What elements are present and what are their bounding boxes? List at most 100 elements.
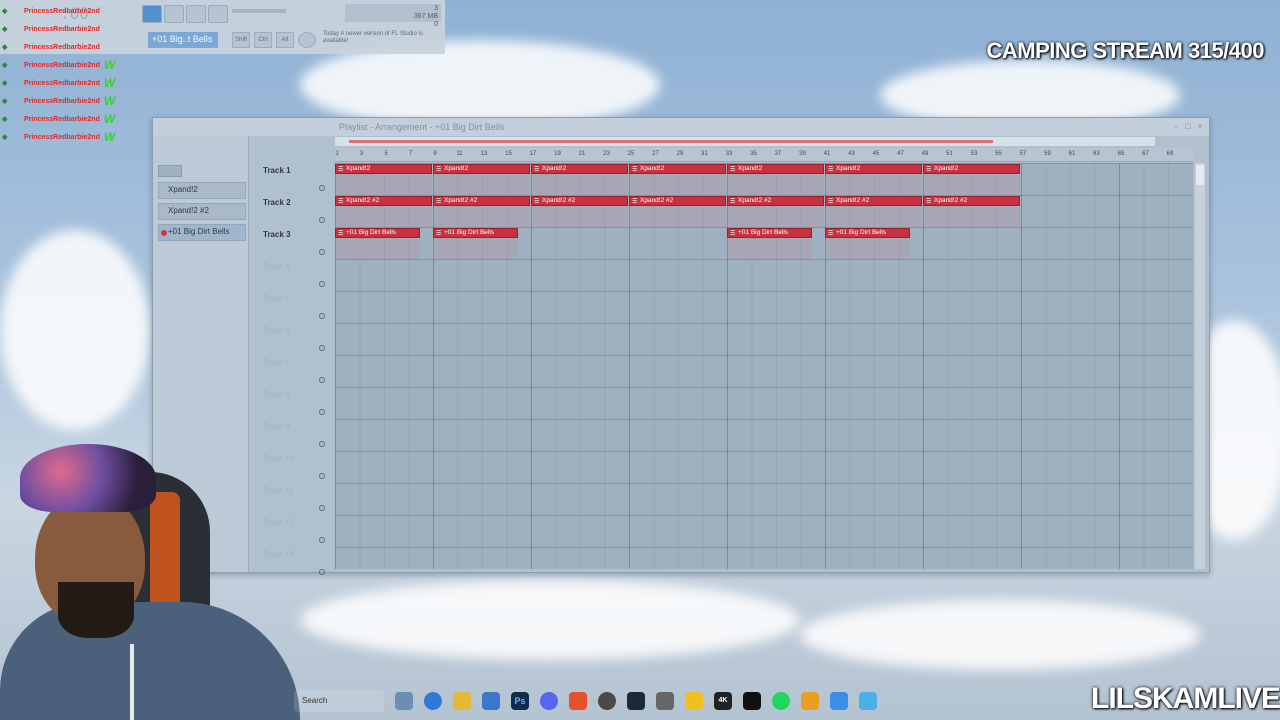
track-header[interactable]: Track 6 [261, 323, 327, 355]
track-header[interactable]: Track 4 [261, 259, 327, 291]
clip-menu-icon[interactable]: ☰ [730, 230, 735, 237]
brave-icon[interactable] [569, 692, 587, 710]
mute-icon[interactable] [319, 249, 325, 255]
pattern-clip[interactable]: ☰ +01 Big Dirt Bells [727, 228, 812, 238]
pattern-clip[interactable]: ☰ +01 Big Dirt Bells [825, 228, 910, 238]
capcut-icon[interactable] [743, 692, 761, 710]
timeline-ruler[interactable]: 1 3 5 7 9 11 13 15 17 19 21 23 25 27 29 31 33 35 37 39 41 43 4… [335, 148, 1193, 162]
arrangement-grid[interactable]: ☰ Xpand!2 ☰ Xpand!2 ☰ Xpand!2 ☰ Xpand!2 ☰ Xpand!2… [335, 163, 1193, 569]
pattern-clip[interactable]: ☰ Xpand!2 [923, 164, 1020, 174]
steam-icon[interactable] [627, 692, 645, 710]
clip-menu-icon[interactable]: ☰ [436, 198, 441, 205]
pattern-clip[interactable]: ☰ Xpand!2 [825, 164, 922, 174]
clip-menu-icon[interactable]: ☰ [338, 230, 343, 237]
clip-menu-icon[interactable]: ☰ [436, 166, 441, 173]
pattern-selector[interactable]: +01 Big..t Bells [148, 32, 218, 48]
track-header[interactable]: Track 8 [261, 387, 327, 419]
app-icon[interactable] [685, 692, 703, 710]
close-icon[interactable]: × [1195, 121, 1205, 131]
clip-menu-icon[interactable]: ☰ [828, 166, 833, 173]
photoshop-icon[interactable]: Ps [511, 692, 529, 710]
piano-roll-button[interactable] [186, 5, 206, 23]
clip-menu-icon[interactable]: ☰ [828, 198, 833, 205]
pattern-item[interactable]: Xpand!2 [158, 182, 246, 199]
ctrl-button[interactable]: Ctrl [254, 32, 272, 48]
pattern-clip[interactable]: ☰ Xpand!2 #2 [727, 196, 824, 206]
track-header[interactable]: Track 1 [261, 163, 327, 195]
master-volume-slider[interactable] [232, 9, 286, 13]
pattern-clip[interactable]: ☰ Xpand!2 [335, 164, 432, 174]
widgets-icon[interactable] [395, 692, 413, 710]
fl-studio-icon[interactable] [801, 692, 819, 710]
ruler-tick: 21 [578, 151, 586, 157]
clip-menu-icon[interactable]: ☰ [632, 198, 637, 205]
edge-icon[interactable] [424, 692, 442, 710]
pattern-clip[interactable]: ☰ Xpand!2 [433, 164, 530, 174]
mute-icon[interactable] [319, 505, 325, 511]
playlist-title-bar[interactable]: Playlist - Arrangement - +01 Big Dirt Be… [153, 118, 1209, 136]
pattern-clip[interactable]: ☰ Xpand!2 #2 [923, 196, 1020, 206]
track-header[interactable]: Track 5 [261, 291, 327, 323]
vertical-scrollbar[interactable] [1195, 163, 1205, 569]
clip-menu-icon[interactable]: ☰ [632, 166, 637, 173]
mute-icon[interactable] [319, 313, 325, 319]
mixer-button[interactable] [208, 5, 228, 23]
clip-menu-icon[interactable]: ☰ [730, 166, 735, 173]
mute-icon[interactable] [319, 409, 325, 415]
scroll-thumb[interactable] [1196, 165, 1204, 185]
pattern-clip[interactable]: ☰ Xpand!2 [531, 164, 628, 174]
track-header[interactable]: Track 3 [261, 227, 327, 259]
picker-mode-icon[interactable] [158, 165, 182, 177]
folder-icon[interactable] [453, 692, 471, 710]
pattern-clip[interactable]: ☰ Xpand!2 #2 [825, 196, 922, 206]
4k-icon[interactable]: 4K [714, 692, 732, 710]
store-icon[interactable] [482, 692, 500, 710]
clip-menu-icon[interactable]: ☰ [534, 198, 539, 205]
horizontal-scroll-overview[interactable] [335, 137, 1155, 146]
mute-icon[interactable] [319, 569, 325, 575]
mute-icon[interactable] [319, 537, 325, 543]
spotify-icon[interactable] [772, 692, 790, 710]
mute-icon[interactable] [319, 217, 325, 223]
clip-menu-icon[interactable]: ☰ [436, 230, 441, 237]
app-icon[interactable] [656, 692, 674, 710]
shift-button[interactable]: Shift [232, 32, 250, 48]
pattern-item-selected[interactable]: +01 Big Dirt Bells [158, 224, 246, 241]
mute-icon[interactable] [319, 473, 325, 479]
pattern-clip[interactable]: ☰ Xpand!2 #2 [629, 196, 726, 206]
clip-menu-icon[interactable]: ☰ [338, 166, 343, 173]
clip-menu-icon[interactable]: ☰ [926, 166, 931, 173]
pattern-clip[interactable]: ☰ Xpand!2 #2 [335, 196, 432, 206]
mute-icon[interactable] [319, 441, 325, 447]
clip-menu-icon[interactable]: ☰ [730, 198, 735, 205]
track-header[interactable]: Track 7 [261, 355, 327, 387]
clip-menu-icon[interactable]: ☰ [828, 230, 833, 237]
pattern-item[interactable]: Xpand!2 #2 [158, 203, 246, 220]
mute-icon[interactable] [319, 281, 325, 287]
clip-menu-icon[interactable]: ☰ [926, 198, 931, 205]
update-icon[interactable] [298, 32, 316, 48]
pattern-clip[interactable]: ☰ Xpand!2 #2 [433, 196, 530, 206]
ruler-tick: 47 [897, 151, 904, 157]
taskbar-search[interactable]: Search [294, 690, 384, 712]
pattern-clip[interactable]: ☰ +01 Big Dirt Bells [335, 228, 420, 238]
alt-button[interactable]: Alt [276, 32, 294, 48]
notepad-icon[interactable] [859, 692, 877, 710]
minimize-icon[interactable]: – [1171, 121, 1181, 131]
obs-icon[interactable] [598, 692, 616, 710]
track-header[interactable]: Track 2 [261, 195, 327, 227]
mute-icon[interactable] [319, 377, 325, 383]
pattern-clip[interactable]: ☰ Xpand!2 [727, 164, 824, 174]
mute-icon[interactable] [319, 345, 325, 351]
app-icon[interactable] [830, 692, 848, 710]
mute-icon[interactable] [319, 185, 325, 191]
playlist-button[interactable] [164, 5, 184, 23]
maximize-icon[interactable]: □ [1183, 121, 1193, 131]
discord-icon[interactable] [540, 692, 558, 710]
pattern-clip[interactable]: ☰ Xpand!2 [629, 164, 726, 174]
pattern-mode-button[interactable] [142, 5, 162, 23]
clip-menu-icon[interactable]: ☰ [338, 198, 343, 205]
pattern-clip[interactable]: ☰ Xpand!2 #2 [531, 196, 628, 206]
pattern-clip[interactable]: ☰ +01 Big Dirt Bells [433, 228, 518, 238]
clip-menu-icon[interactable]: ☰ [534, 166, 539, 173]
